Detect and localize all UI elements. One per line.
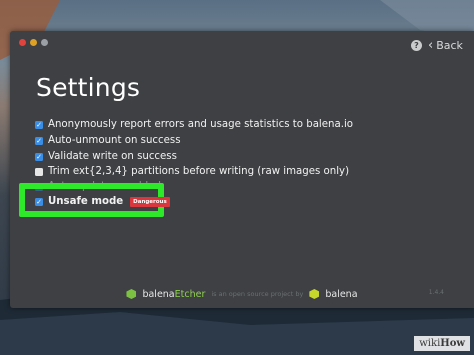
option-trim-partitions[interactable]: Trim ext{2,3,4} partitions before writin… [35,166,349,177]
checkbox-unchecked-icon[interactable] [35,167,43,176]
option-unsafe-mode[interactable]: ✓ Unsafe mode Dangerous [35,196,170,207]
footer: balenaEtcher is an open source project b… [10,284,474,304]
checkbox-checked-icon[interactable]: ✓ [35,152,43,161]
checkbox-checked-icon[interactable]: ✓ [35,120,43,129]
option-label: Unsafe mode [48,196,124,207]
help-icon[interactable]: ? [411,40,422,51]
etcher-brand[interactable]: balenaEtcher [142,289,205,300]
option-validate-write[interactable]: ✓ Validate write on success [35,151,177,162]
option-label: Anonymously report errors and usage stat… [48,119,354,130]
checkbox-checked-icon[interactable]: ✓ [35,136,43,145]
etcher-logo-icon [126,289,137,299]
version-label: 1.4.4 [428,289,444,296]
window-controls [19,39,48,46]
option-label: Auto-unmount on success [48,135,181,146]
back-button-label: Back [436,39,463,52]
balena-logo-icon [309,289,320,299]
balena-brand[interactable]: balena [325,289,357,300]
page-title: Settings [36,73,141,102]
footer-tagline: is an open source project by [211,290,304,298]
chevron-left-icon: ‹ [428,37,434,53]
option-auto-unmount[interactable]: ✓ Auto-unmount on success [35,135,181,146]
wikihow-watermark: wikiHow [414,336,470,351]
minimize-button[interactable] [30,39,37,46]
settings-window: ? ‹ Back Settings ✓ Anonymously report e… [10,31,474,308]
zoom-button[interactable] [41,39,48,46]
checkbox-checked-icon[interactable]: ✓ [35,197,43,206]
dangerous-badge: Dangerous [130,196,170,207]
back-button[interactable]: ‹ Back [428,37,463,53]
close-button[interactable] [19,39,26,46]
option-label: Trim ext{2,3,4} partitions before writin… [48,166,350,177]
option-report-errors[interactable]: ✓ Anonymously report errors and usage st… [35,119,353,130]
option-label: Validate write on success [48,151,177,162]
